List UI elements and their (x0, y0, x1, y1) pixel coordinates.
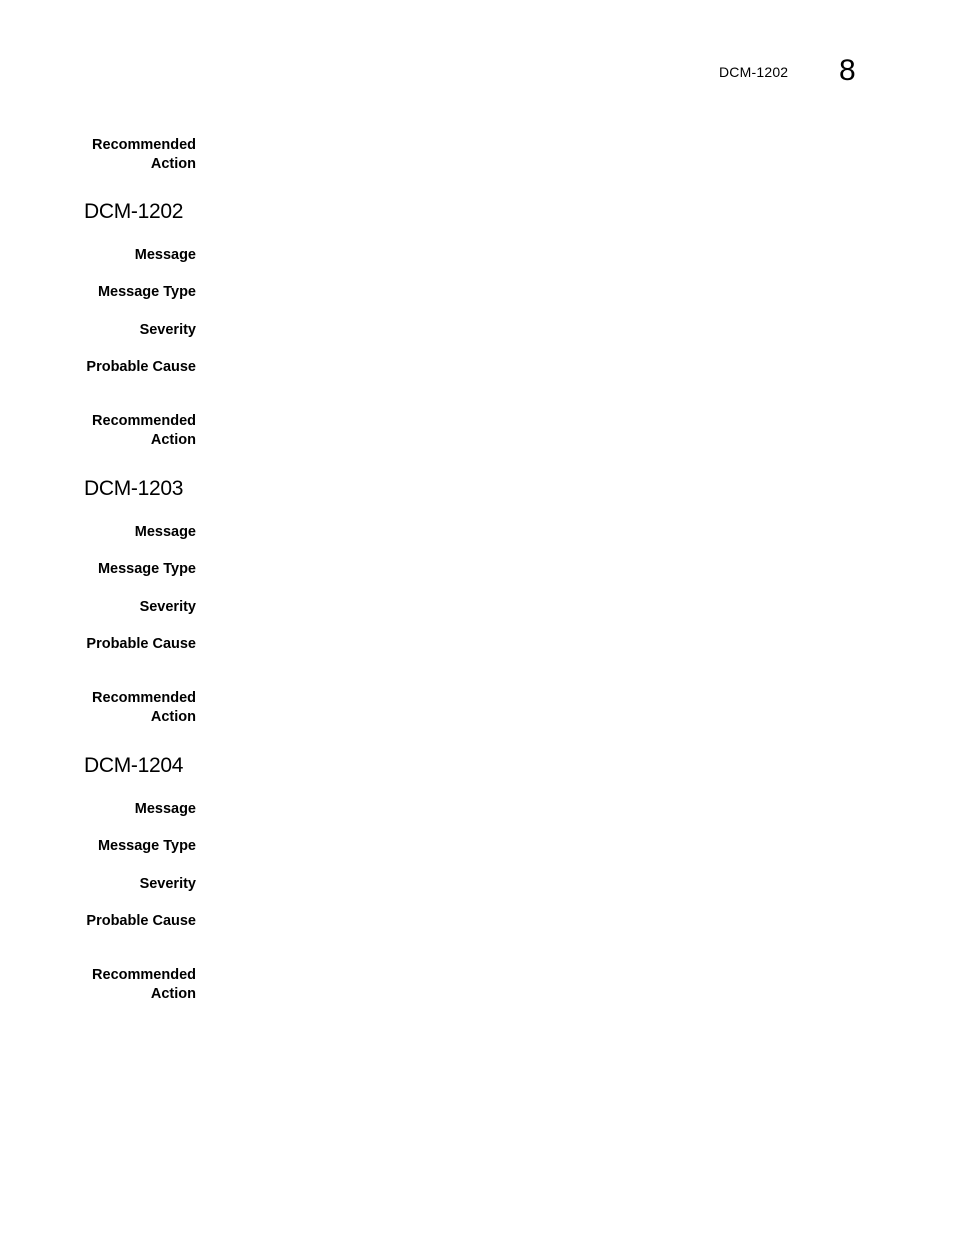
label-line: Recommended (92, 137, 196, 153)
probable-cause-label: Probable Cause (86, 636, 196, 652)
recommended-action-label: Recommended Action (92, 412, 196, 450)
entry-heading: DCM-1203 (84, 477, 184, 500)
probable-cause-label: Probable Cause (86, 359, 196, 375)
recommended-action-label: Recommended Action (92, 966, 196, 1004)
severity-label: Severity (139, 322, 196, 338)
entry-heading: DCM-1202 (84, 200, 184, 223)
recommended-action-label: Recommended Action (92, 689, 196, 727)
label-line: Recommended (92, 967, 196, 983)
probable-cause-label: Probable Cause (86, 913, 196, 929)
label-line: Recommended (92, 690, 196, 706)
chapter-number: 8 (839, 54, 856, 87)
entry-heading: DCM-1204 (84, 754, 184, 777)
message-label: Message (134, 801, 196, 817)
severity-label: Severity (139, 599, 196, 615)
message-type-label: Message Type (97, 561, 196, 577)
running-header-title: DCM-1202 (719, 64, 789, 80)
label-line: Action (150, 709, 196, 725)
label-line: Recommended (92, 413, 196, 429)
message-type-label: Message Type (97, 284, 196, 300)
recommended-action-label: Recommended Action (92, 136, 196, 174)
message-label: Message (134, 524, 196, 540)
label-line: Action (150, 432, 196, 448)
message-type-label: Message Type (97, 838, 196, 854)
label-line: Action (150, 986, 196, 1002)
message-label: Message (134, 247, 196, 263)
severity-label: Severity (139, 876, 196, 892)
label-line: Action (150, 156, 196, 172)
